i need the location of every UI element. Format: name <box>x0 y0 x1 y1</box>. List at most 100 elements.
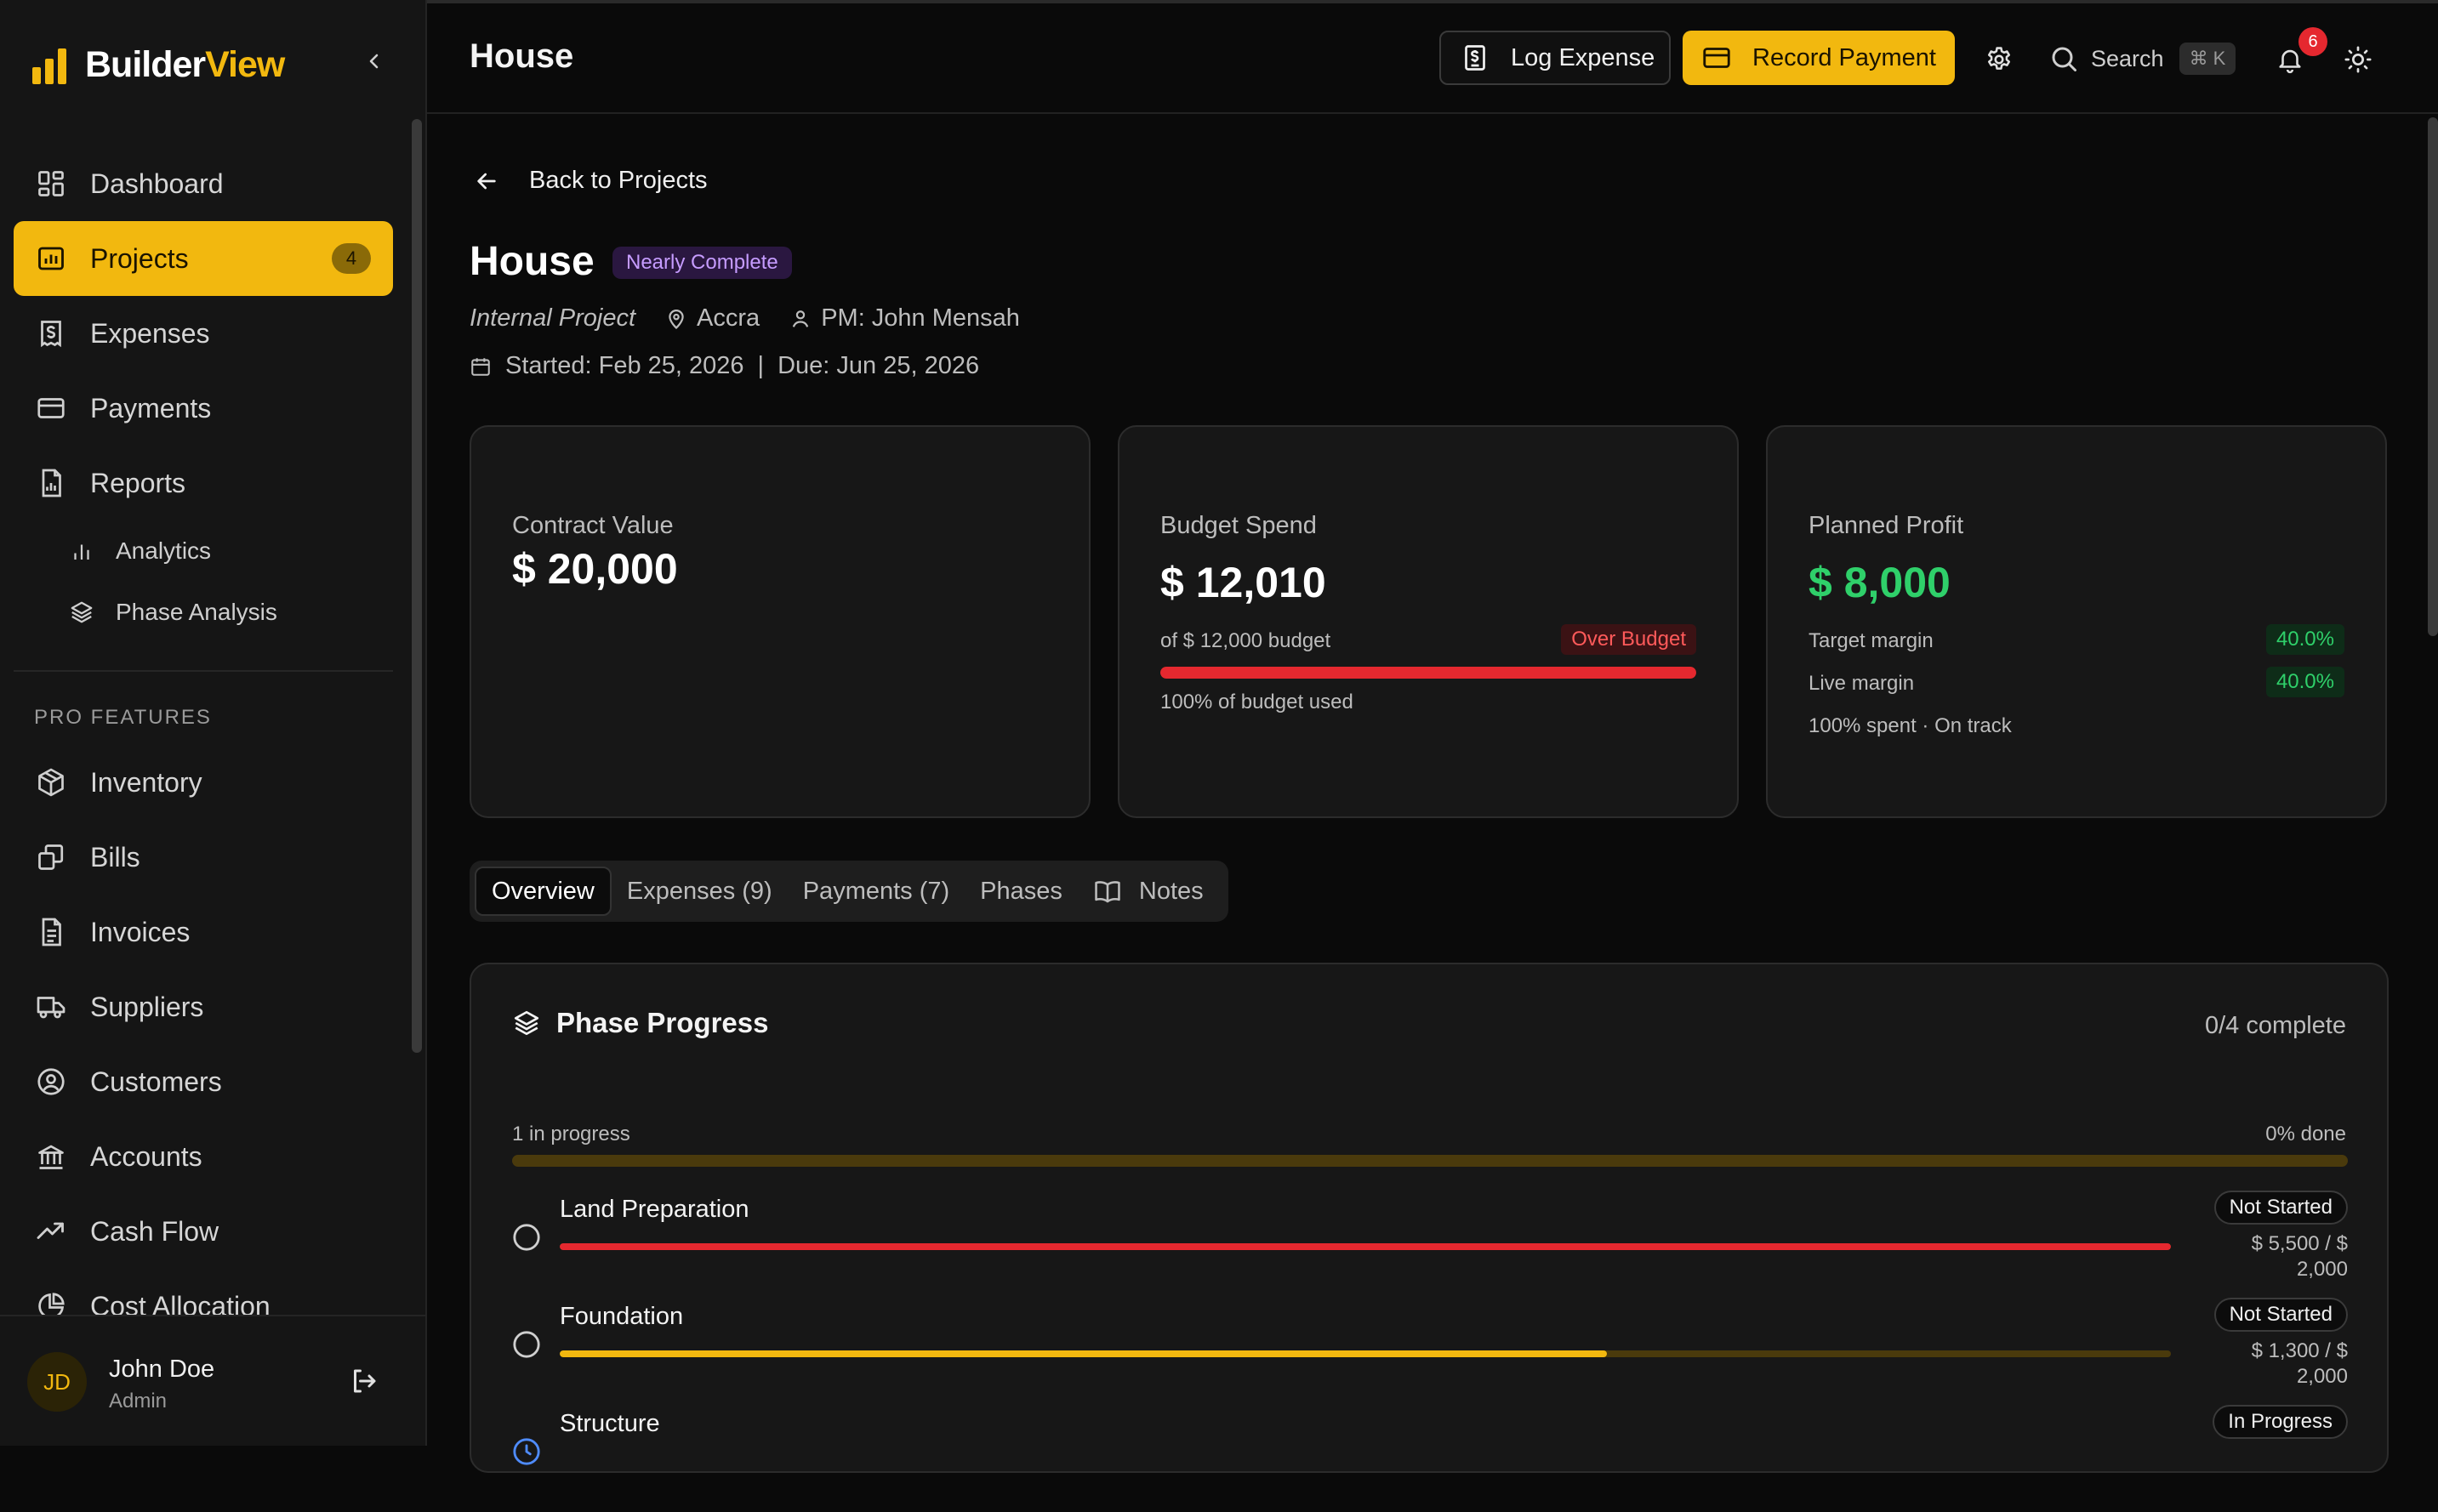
phases-in-progress: 1 in progress <box>512 1123 630 1145</box>
expenses-icon <box>41 321 61 348</box>
sidebar-item-label: Invoices <box>90 916 191 947</box>
circle-icon <box>513 1224 540 1251</box>
project-type: Internal Project <box>470 304 636 332</box>
search-button[interactable]: Search ⌘ K <box>2048 37 2236 80</box>
theme-toggle-button[interactable] <box>2339 41 2377 78</box>
tab-overview[interactable]: Overview <box>475 867 612 916</box>
bills-icon <box>38 844 64 870</box>
date-separator: | <box>757 352 765 379</box>
planned-profit-label: Planned Profit <box>1809 512 1964 539</box>
settings-button[interactable] <box>1980 41 2018 78</box>
logo[interactable]: BuilderView <box>32 44 285 86</box>
main-scrollbar[interactable] <box>2428 117 2438 636</box>
logout-button[interactable] <box>349 1366 383 1400</box>
sidebar-item-label: Accounts <box>90 1140 202 1172</box>
back-label: Back to Projects <box>529 167 708 194</box>
project-dates: Started: Feb 25, 2026 | Due: Jun 25, 202… <box>470 352 979 380</box>
sidebar-item-reports[interactable]: Reports <box>14 446 393 520</box>
projects-count-badge: 4 <box>332 243 371 274</box>
sidebar-item-inventory[interactable]: Inventory <box>14 745 393 820</box>
top-bar: House Log Expense Record Payment Search … <box>427 0 2438 114</box>
user-role: Admin <box>109 1390 168 1413</box>
phase-progress-title: Phase Progress <box>556 1007 769 1038</box>
trend-icon <box>37 1222 64 1239</box>
project-location: Accra <box>697 304 760 332</box>
planned-profit-card: Planned Profit $ 8,000 Target margin 40.… <box>1766 425 2387 818</box>
dashboard-icon <box>38 171 64 196</box>
logout-icon <box>354 1369 376 1393</box>
brand-name-part1: Builder <box>85 44 206 85</box>
tab-notes[interactable]: Notes <box>1078 867 1219 916</box>
user-profile: JD John Doe Admin <box>0 1315 425 1446</box>
project-title: House <box>470 239 595 284</box>
start-date: Started: Feb 25, 2026 <box>505 352 744 379</box>
phase-progress-heading: Phase Progress <box>512 1007 768 1039</box>
map-pin-icon <box>669 309 684 329</box>
live-margin-value: 40.0% <box>2265 667 2344 697</box>
brand-name-part2: View <box>205 44 285 85</box>
record-payment-button[interactable]: Record Payment <box>1683 31 1955 85</box>
sidebar-item-dashboard[interactable]: Dashboard <box>14 146 393 221</box>
sidebar-scrollbar[interactable] <box>412 119 422 1053</box>
sidebar-divider <box>14 670 393 672</box>
sidebar-item-label: Bills <box>90 841 140 873</box>
phase-row[interactable]: Foundation Not Started $ 1,300 / $ 2,000 <box>512 1298 2348 1405</box>
sidebar-item-cash-flow[interactable]: Cash Flow <box>14 1194 393 1269</box>
receipt-icon <box>1465 45 1485 71</box>
circle-icon <box>513 1331 540 1358</box>
projects-icon <box>38 247 64 270</box>
target-margin-label: Target margin <box>1809 629 1934 652</box>
box-icon <box>38 768 64 797</box>
pro-features-heading: PRO FEATURES <box>34 706 212 729</box>
sidebar-item-analytics[interactable]: Analytics <box>66 527 211 575</box>
sidebar-item-bills[interactable]: Bills <box>14 820 393 895</box>
phase-progress-fill <box>560 1243 2171 1250</box>
phase-status-badge: In Progress <box>2213 1405 2348 1439</box>
chevron-left-icon <box>369 54 379 69</box>
sidebar-item-payments[interactable]: Payments <box>14 371 393 446</box>
sidebar-item-label: Reports <box>90 467 186 498</box>
calendar-icon <box>471 357 490 376</box>
project-manager: PM: John Mensah <box>821 304 1020 332</box>
sidebar-item-suppliers[interactable]: Suppliers <box>14 969 393 1044</box>
sidebar-item-projects[interactable]: Projects 4 <box>14 221 393 296</box>
log-expense-button[interactable]: Log Expense <box>1439 31 1671 85</box>
budget-total: of $ 12,000 budget <box>1160 629 1331 652</box>
brand-name: BuilderView <box>85 44 285 86</box>
tab-phases[interactable]: Phases <box>965 867 1078 916</box>
phases-done-percent: 0% done <box>2265 1123 2346 1145</box>
search-label: Search <box>2091 45 2164 71</box>
avatar[interactable]: JD <box>27 1352 87 1412</box>
reports-icon <box>42 469 61 497</box>
phase-row[interactable]: Land Preparation Not Started $ 5,500 / $… <box>512 1191 2348 1298</box>
book-icon <box>1095 881 1120 903</box>
payments-icon <box>37 398 65 418</box>
sidebar-item-label: Expenses <box>90 317 210 349</box>
sidebar-item-invoices[interactable]: Invoices <box>14 895 393 969</box>
phase-complete-count: 0/4 complete <box>2204 1012 2346 1039</box>
planned-profit-amount: $ 8,000 <box>1809 559 1951 606</box>
invoice-icon <box>42 918 61 946</box>
phase-row[interactable]: Structure In Progress <box>512 1405 2348 1512</box>
sidebar-item-label: Dashboard <box>90 168 224 199</box>
collapse-sidebar-button[interactable] <box>359 46 390 77</box>
sidebar-item-label: Phase Analysis <box>116 599 277 625</box>
budget-progress-bar <box>1160 667 1696 679</box>
sidebar-item-phase-analysis[interactable]: Phase Analysis <box>66 588 277 636</box>
tab-payments[interactable]: Payments (7) <box>788 867 965 916</box>
project-meta: Internal Project Accra PM: John Mensah <box>470 304 1049 333</box>
budget-used-text: 100% of budget used <box>1160 691 1353 713</box>
logo-icon <box>32 48 66 84</box>
phase-progress-bar <box>560 1243 2171 1250</box>
budget-spend-label: Budget Spend <box>1160 512 1317 539</box>
bank-icon <box>38 1145 64 1169</box>
log-expense-label: Log Expense <box>1511 43 1655 71</box>
sidebar-item-expenses[interactable]: Expenses <box>14 296 393 371</box>
due-date: Due: Jun 25, 2026 <box>778 352 980 379</box>
search-shortcut: ⌘ K <box>2179 43 2236 75</box>
layers-icon <box>71 601 93 623</box>
tab-expenses[interactable]: Expenses (9) <box>612 867 788 916</box>
sidebar-item-customers[interactable]: Customers <box>14 1044 393 1119</box>
sidebar-item-accounts[interactable]: Accounts <box>14 1119 393 1194</box>
back-to-projects-link[interactable]: Back to Projects <box>473 167 708 195</box>
